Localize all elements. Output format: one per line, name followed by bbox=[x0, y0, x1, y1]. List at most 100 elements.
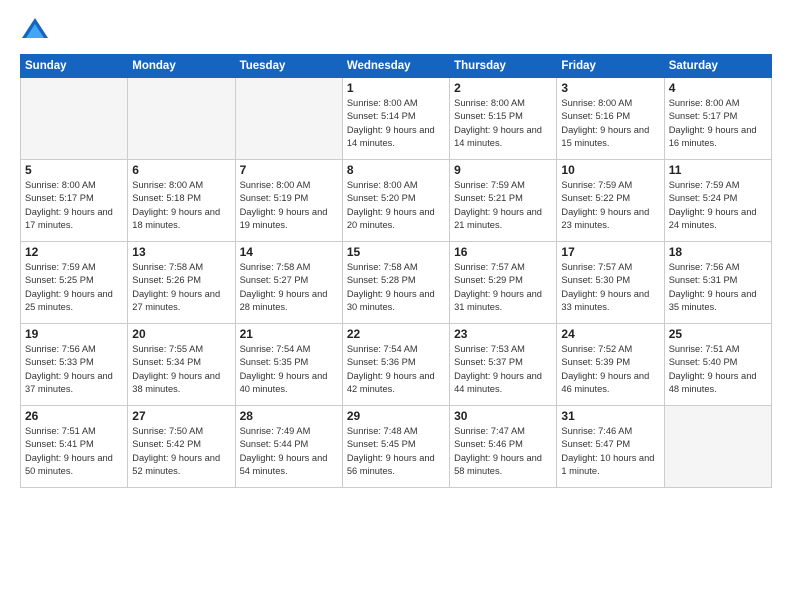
day-cell: 3 Sunrise: 8:00 AM Sunset: 5:16 PM Dayli… bbox=[557, 78, 664, 160]
day-info: Sunrise: 7:50 AM Sunset: 5:42 PM Dayligh… bbox=[132, 425, 230, 479]
day-number: 19 bbox=[25, 327, 123, 341]
day-number: 28 bbox=[240, 409, 338, 423]
day-cell: 4 Sunrise: 8:00 AM Sunset: 5:17 PM Dayli… bbox=[664, 78, 771, 160]
day-info: Sunrise: 7:58 AM Sunset: 5:27 PM Dayligh… bbox=[240, 261, 338, 315]
day-cell: 12 Sunrise: 7:59 AM Sunset: 5:25 PM Dayl… bbox=[21, 242, 128, 324]
day-info: Sunrise: 7:46 AM Sunset: 5:47 PM Dayligh… bbox=[561, 425, 659, 479]
day-info: Sunrise: 8:00 AM Sunset: 5:20 PM Dayligh… bbox=[347, 179, 445, 233]
day-info: Sunrise: 7:53 AM Sunset: 5:37 PM Dayligh… bbox=[454, 343, 552, 397]
day-info: Sunrise: 7:59 AM Sunset: 5:21 PM Dayligh… bbox=[454, 179, 552, 233]
day-cell: 29 Sunrise: 7:48 AM Sunset: 5:45 PM Dayl… bbox=[342, 406, 449, 488]
day-number: 12 bbox=[25, 245, 123, 259]
day-info: Sunrise: 7:57 AM Sunset: 5:29 PM Dayligh… bbox=[454, 261, 552, 315]
weekday-saturday: Saturday bbox=[664, 55, 771, 78]
weekday-wednesday: Wednesday bbox=[342, 55, 449, 78]
day-number: 17 bbox=[561, 245, 659, 259]
day-info: Sunrise: 8:00 AM Sunset: 5:17 PM Dayligh… bbox=[669, 97, 767, 151]
weekday-sunday: Sunday bbox=[21, 55, 128, 78]
logo-icon bbox=[20, 16, 50, 46]
day-cell: 24 Sunrise: 7:52 AM Sunset: 5:39 PM Dayl… bbox=[557, 324, 664, 406]
day-info: Sunrise: 7:56 AM Sunset: 5:31 PM Dayligh… bbox=[669, 261, 767, 315]
weekday-tuesday: Tuesday bbox=[235, 55, 342, 78]
day-cell: 14 Sunrise: 7:58 AM Sunset: 5:27 PM Dayl… bbox=[235, 242, 342, 324]
day-info: Sunrise: 7:57 AM Sunset: 5:30 PM Dayligh… bbox=[561, 261, 659, 315]
day-cell: 2 Sunrise: 8:00 AM Sunset: 5:15 PM Dayli… bbox=[450, 78, 557, 160]
day-cell bbox=[235, 78, 342, 160]
day-number: 26 bbox=[25, 409, 123, 423]
weekday-header: SundayMondayTuesdayWednesdayThursdayFrid… bbox=[21, 55, 772, 78]
day-cell: 16 Sunrise: 7:57 AM Sunset: 5:29 PM Dayl… bbox=[450, 242, 557, 324]
day-number: 9 bbox=[454, 163, 552, 177]
day-number: 5 bbox=[25, 163, 123, 177]
day-info: Sunrise: 8:00 AM Sunset: 5:14 PM Dayligh… bbox=[347, 97, 445, 151]
day-cell: 21 Sunrise: 7:54 AM Sunset: 5:35 PM Dayl… bbox=[235, 324, 342, 406]
day-cell: 25 Sunrise: 7:51 AM Sunset: 5:40 PM Dayl… bbox=[664, 324, 771, 406]
day-info: Sunrise: 8:00 AM Sunset: 5:16 PM Dayligh… bbox=[561, 97, 659, 151]
day-number: 22 bbox=[347, 327, 445, 341]
week-row-1: 5 Sunrise: 8:00 AM Sunset: 5:17 PM Dayli… bbox=[21, 160, 772, 242]
day-number: 13 bbox=[132, 245, 230, 259]
day-info: Sunrise: 7:52 AM Sunset: 5:39 PM Dayligh… bbox=[561, 343, 659, 397]
weekday-monday: Monday bbox=[128, 55, 235, 78]
day-info: Sunrise: 8:00 AM Sunset: 5:17 PM Dayligh… bbox=[25, 179, 123, 233]
day-info: Sunrise: 7:59 AM Sunset: 5:22 PM Dayligh… bbox=[561, 179, 659, 233]
day-cell: 19 Sunrise: 7:56 AM Sunset: 5:33 PM Dayl… bbox=[21, 324, 128, 406]
day-number: 20 bbox=[132, 327, 230, 341]
day-cell: 31 Sunrise: 7:46 AM Sunset: 5:47 PM Dayl… bbox=[557, 406, 664, 488]
day-cell: 28 Sunrise: 7:49 AM Sunset: 5:44 PM Dayl… bbox=[235, 406, 342, 488]
day-cell: 8 Sunrise: 8:00 AM Sunset: 5:20 PM Dayli… bbox=[342, 160, 449, 242]
day-cell: 20 Sunrise: 7:55 AM Sunset: 5:34 PM Dayl… bbox=[128, 324, 235, 406]
day-cell bbox=[664, 406, 771, 488]
day-cell: 13 Sunrise: 7:58 AM Sunset: 5:26 PM Dayl… bbox=[128, 242, 235, 324]
day-number: 11 bbox=[669, 163, 767, 177]
day-info: Sunrise: 7:54 AM Sunset: 5:36 PM Dayligh… bbox=[347, 343, 445, 397]
day-cell: 6 Sunrise: 8:00 AM Sunset: 5:18 PM Dayli… bbox=[128, 160, 235, 242]
day-number: 25 bbox=[669, 327, 767, 341]
day-info: Sunrise: 8:00 AM Sunset: 5:19 PM Dayligh… bbox=[240, 179, 338, 233]
week-row-3: 19 Sunrise: 7:56 AM Sunset: 5:33 PM Dayl… bbox=[21, 324, 772, 406]
day-cell: 10 Sunrise: 7:59 AM Sunset: 5:22 PM Dayl… bbox=[557, 160, 664, 242]
day-number: 18 bbox=[669, 245, 767, 259]
day-info: Sunrise: 7:47 AM Sunset: 5:46 PM Dayligh… bbox=[454, 425, 552, 479]
day-cell: 11 Sunrise: 7:59 AM Sunset: 5:24 PM Dayl… bbox=[664, 160, 771, 242]
day-number: 3 bbox=[561, 81, 659, 95]
day-cell: 30 Sunrise: 7:47 AM Sunset: 5:46 PM Dayl… bbox=[450, 406, 557, 488]
calendar: SundayMondayTuesdayWednesdayThursdayFrid… bbox=[20, 54, 772, 488]
day-info: Sunrise: 8:00 AM Sunset: 5:15 PM Dayligh… bbox=[454, 97, 552, 151]
day-cell bbox=[21, 78, 128, 160]
day-number: 23 bbox=[454, 327, 552, 341]
week-row-0: 1 Sunrise: 8:00 AM Sunset: 5:14 PM Dayli… bbox=[21, 78, 772, 160]
calendar-body: 1 Sunrise: 8:00 AM Sunset: 5:14 PM Dayli… bbox=[21, 78, 772, 488]
day-cell: 26 Sunrise: 7:51 AM Sunset: 5:41 PM Dayl… bbox=[21, 406, 128, 488]
day-number: 24 bbox=[561, 327, 659, 341]
day-number: 10 bbox=[561, 163, 659, 177]
day-info: Sunrise: 7:59 AM Sunset: 5:25 PM Dayligh… bbox=[25, 261, 123, 315]
day-info: Sunrise: 7:55 AM Sunset: 5:34 PM Dayligh… bbox=[132, 343, 230, 397]
day-info: Sunrise: 7:48 AM Sunset: 5:45 PM Dayligh… bbox=[347, 425, 445, 479]
day-cell: 1 Sunrise: 8:00 AM Sunset: 5:14 PM Dayli… bbox=[342, 78, 449, 160]
day-cell: 27 Sunrise: 7:50 AM Sunset: 5:42 PM Dayl… bbox=[128, 406, 235, 488]
day-number: 4 bbox=[669, 81, 767, 95]
day-cell: 9 Sunrise: 7:59 AM Sunset: 5:21 PM Dayli… bbox=[450, 160, 557, 242]
page: SundayMondayTuesdayWednesdayThursdayFrid… bbox=[0, 0, 792, 612]
day-number: 16 bbox=[454, 245, 552, 259]
day-number: 21 bbox=[240, 327, 338, 341]
day-info: Sunrise: 7:58 AM Sunset: 5:28 PM Dayligh… bbox=[347, 261, 445, 315]
weekday-thursday: Thursday bbox=[450, 55, 557, 78]
day-number: 7 bbox=[240, 163, 338, 177]
day-number: 31 bbox=[561, 409, 659, 423]
day-cell: 22 Sunrise: 7:54 AM Sunset: 5:36 PM Dayl… bbox=[342, 324, 449, 406]
day-info: Sunrise: 7:58 AM Sunset: 5:26 PM Dayligh… bbox=[132, 261, 230, 315]
day-info: Sunrise: 7:51 AM Sunset: 5:40 PM Dayligh… bbox=[669, 343, 767, 397]
day-cell: 23 Sunrise: 7:53 AM Sunset: 5:37 PM Dayl… bbox=[450, 324, 557, 406]
day-number: 2 bbox=[454, 81, 552, 95]
week-row-2: 12 Sunrise: 7:59 AM Sunset: 5:25 PM Dayl… bbox=[21, 242, 772, 324]
header bbox=[20, 16, 772, 46]
day-info: Sunrise: 7:54 AM Sunset: 5:35 PM Dayligh… bbox=[240, 343, 338, 397]
day-number: 1 bbox=[347, 81, 445, 95]
day-number: 6 bbox=[132, 163, 230, 177]
day-cell: 5 Sunrise: 8:00 AM Sunset: 5:17 PM Dayli… bbox=[21, 160, 128, 242]
day-number: 27 bbox=[132, 409, 230, 423]
day-cell: 7 Sunrise: 8:00 AM Sunset: 5:19 PM Dayli… bbox=[235, 160, 342, 242]
day-number: 14 bbox=[240, 245, 338, 259]
